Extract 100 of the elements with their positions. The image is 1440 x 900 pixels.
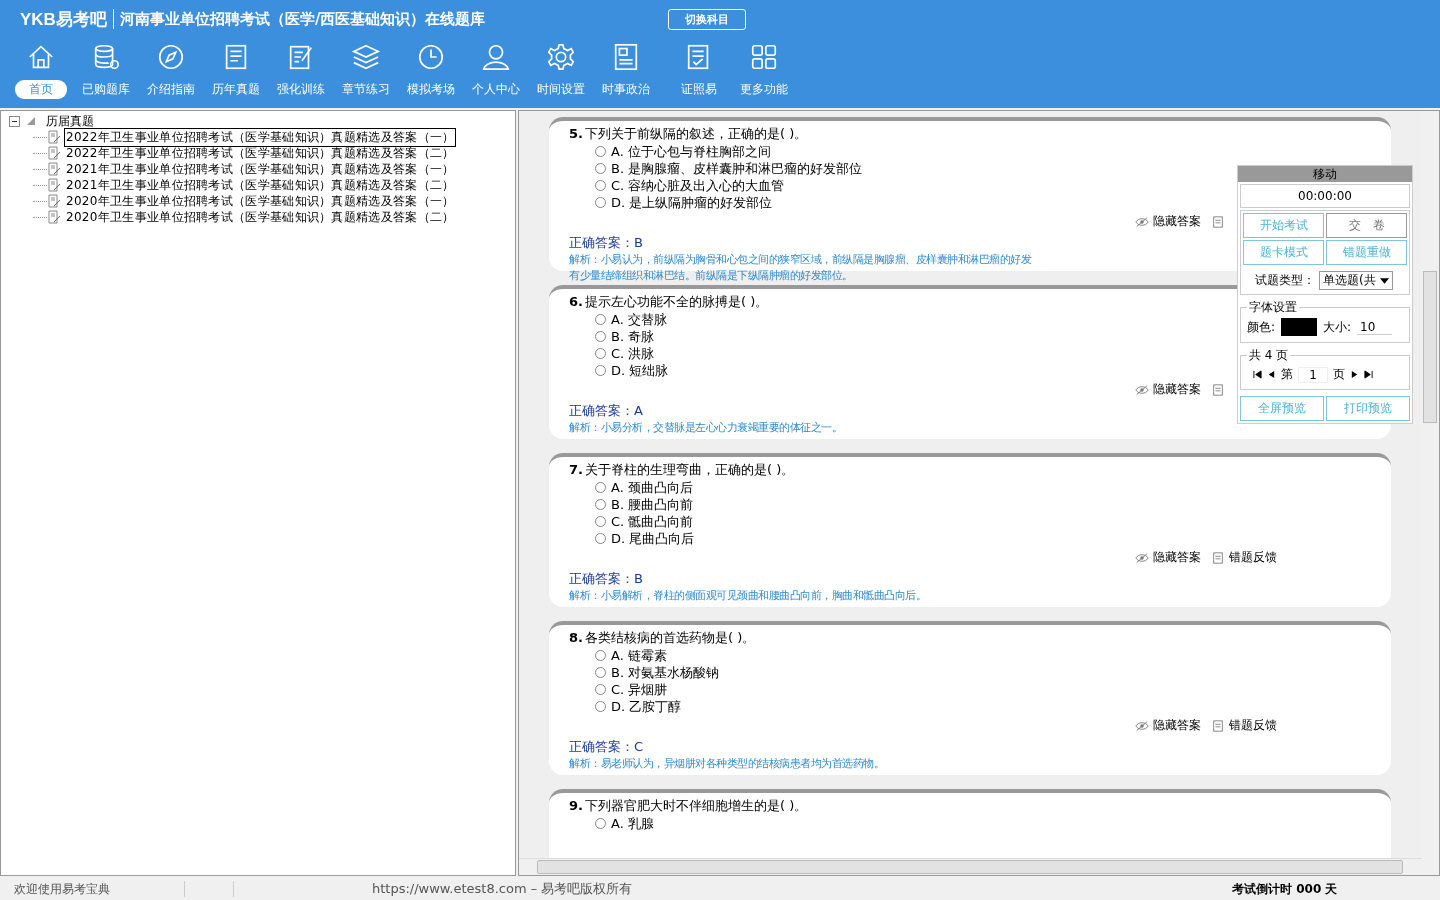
- document-icon: [1211, 551, 1225, 564]
- document-edit-icon: [47, 178, 61, 192]
- next-page-icon[interactable]: [1350, 370, 1359, 379]
- size-field[interactable]: 10: [1357, 319, 1393, 335]
- tree-item[interactable]: 历届真题: [46, 112, 94, 130]
- eye-icon: [1135, 215, 1149, 228]
- status-copyright: https://www.etest8.com – 易考吧版权所有: [372, 880, 634, 898]
- layers-icon[interactable]: [350, 42, 381, 72]
- option-text: D. 乙胺丁醇: [611, 697, 682, 716]
- document-edit-icon: [47, 130, 61, 144]
- page-prefix: 第: [1281, 366, 1293, 383]
- option-text: B. 是胸腺瘤、皮样囊肿和淋巴瘤的好发部位: [611, 159, 863, 178]
- correct-answer: 正确答案：B: [569, 234, 643, 252]
- document-edit-icon: [47, 194, 61, 208]
- panel-button[interactable]: 题卡模式: [1243, 240, 1324, 265]
- document-icon: [1211, 719, 1225, 732]
- exam-countdown: 考试倒计时 000 天: [1232, 880, 1338, 898]
- hide-answer-link[interactable]: 隐藏答案: [1153, 381, 1201, 398]
- nav-tab[interactable]: 模拟考场: [401, 80, 460, 99]
- hide-answer-link[interactable]: 隐藏答案: [1153, 549, 1201, 566]
- option-text: B. 腰曲凸向前: [611, 495, 694, 514]
- option-text: A. 颈曲凸向后: [611, 478, 693, 497]
- page-suffix: 页: [1333, 366, 1345, 383]
- option-text: D. 尾曲凸向后: [611, 529, 695, 548]
- option-text: C. 容纳心脏及出入心的大血管: [611, 176, 785, 195]
- eye-icon: [1135, 383, 1149, 396]
- color-swatch[interactable]: [1281, 318, 1318, 336]
- size-label: 大小:: [1323, 318, 1352, 336]
- gear-icon[interactable]: [545, 42, 576, 72]
- horizontal-scrollbar[interactable]: [519, 858, 1421, 875]
- nav-tab[interactable]: 历年真题: [206, 80, 265, 99]
- page-count-legend: 共 4 页: [1247, 347, 1291, 364]
- preview-button[interactable]: 打印预览: [1326, 396, 1410, 421]
- option-text: C. 骶曲凸向前: [611, 512, 694, 531]
- feedback-link[interactable]: 错题反馈: [1229, 717, 1277, 734]
- nav-tab[interactable]: 个人中心: [466, 80, 525, 99]
- collapse-toggle[interactable]: [9, 115, 20, 127]
- option-text: B. 奇脉: [611, 327, 655, 346]
- page-field[interactable]: 1: [1298, 366, 1328, 383]
- document-edit-icon: [47, 162, 61, 176]
- nav-tab[interactable]: 证照易: [675, 80, 722, 99]
- person-icon[interactable]: [480, 42, 511, 72]
- eye-icon: [1135, 719, 1149, 732]
- panel-button[interactable]: 交 卷: [1326, 213, 1407, 238]
- font-settings-legend: 字体设置: [1247, 299, 1299, 316]
- nav-tab[interactable]: 更多功能: [734, 80, 793, 99]
- hide-answer-link[interactable]: 隐藏答案: [1153, 717, 1201, 734]
- question-text: 9.下列器官肥大时不伴细胞增生的是( )。: [569, 797, 808, 815]
- analysis-text: 解析：小易分析，交替脉是左心心力衰竭重要的体征之一。: [569, 420, 842, 436]
- option-text: D. 短绌脉: [611, 361, 669, 380]
- first-page-icon[interactable]: [1253, 370, 1262, 379]
- option-text: A. 位于心包与脊柱胸部之间: [611, 142, 771, 161]
- correct-answer: 正确答案：C: [569, 738, 644, 756]
- tree-item[interactable]: 2022年卫生事业单位招聘考试（医学基础知识）真题精选及答案（一）: [64, 127, 457, 147]
- question-text: 7.关于脊柱的生理弯曲，正确的是( )。: [569, 461, 795, 479]
- option-text: A. 交替脉: [611, 310, 667, 329]
- panel-button[interactable]: 错题重做: [1326, 240, 1407, 265]
- analysis-text: 解析：小易解析，脊柱的侧面观可见颈曲和腰曲凸向前，胸曲和骶曲凸向后。: [569, 588, 926, 604]
- document-icon: [1211, 215, 1225, 228]
- nav-tab[interactable]: 章节练习: [336, 80, 395, 99]
- correct-answer: 正确答案：B: [569, 570, 643, 588]
- document-edit-icon: [47, 210, 61, 224]
- correct-answer: 正确答案：A: [569, 402, 643, 420]
- type-dropdown[interactable]: 单选题(共: [1319, 271, 1393, 290]
- app-logo: YKB易考吧: [20, 8, 107, 31]
- last-page-icon[interactable]: [1364, 370, 1373, 379]
- document-icon: [1211, 383, 1225, 396]
- status-welcome: 欢迎使用易考宝典: [13, 880, 111, 898]
- option-text: C. 洪脉: [611, 344, 655, 363]
- analysis-text: 解析：小易认为，前纵隔为胸骨和心包之间的狭窄区域，前纵隔是胸腺瘤、皮样囊肿和淋巴瘤的好发: [569, 252, 1031, 268]
- option-text: A. 链霉素: [611, 646, 667, 665]
- type-label: 试题类型：: [1255, 272, 1315, 289]
- question-text: 5.下列关于前纵隔的叙述，正确的是( )。: [569, 125, 808, 143]
- nav-tab[interactable]: 已购题库: [76, 80, 135, 99]
- option-text: D. 是上纵隔肿瘤的好发部位: [611, 193, 773, 212]
- previous-page-icon[interactable]: [1267, 370, 1276, 379]
- color-label: 颜色:: [1247, 318, 1276, 336]
- option-text: B. 对氨基水杨酸钠: [611, 663, 720, 682]
- panel-title-bar[interactable]: 移动: [1238, 166, 1412, 182]
- eye-icon: [1135, 551, 1149, 564]
- question-text: 6.提示左心功能不全的脉搏是( )。: [569, 293, 769, 311]
- nav-tab[interactable]: 时事政治: [596, 80, 655, 99]
- nav-tab[interactable]: 强化训练: [271, 80, 330, 99]
- document-edit-icon: [47, 146, 61, 160]
- analysis-text: 解析：易老师认为，异烟肼对各种类型的结核病患者均为首选药物。: [569, 756, 884, 772]
- hide-answer-link[interactable]: 隐藏答案: [1153, 213, 1201, 230]
- preview-button[interactable]: 全屏预览: [1240, 396, 1324, 421]
- nav-tab[interactable]: 介绍指南: [141, 80, 200, 99]
- vertical-scrollbar[interactable]: [1421, 111, 1439, 875]
- panel-button[interactable]: 开始考试: [1243, 213, 1324, 238]
- nav-tab[interactable]: 时间设置: [531, 80, 590, 99]
- switch-subject-button[interactable]: 切换科目: [667, 8, 746, 30]
- option-text: C. 异烟肼: [611, 680, 668, 699]
- option-text: A. 乳腺: [611, 814, 654, 833]
- analysis-text: 有少量结缔组织和淋巴结。前纵隔是下纵隔肿瘤的好发部位。: [569, 268, 853, 284]
- feedback-link[interactable]: 错题反馈: [1229, 549, 1277, 566]
- window-title: 河南事业单位招聘考试（医学/西医基础知识）在线题库: [119, 9, 487, 29]
- timer-display: 00:00:00: [1240, 184, 1410, 208]
- nav-tab[interactable]: 首页: [14, 80, 67, 99]
- question-text: 8.各类结核病的首选药物是( )。: [569, 629, 756, 647]
